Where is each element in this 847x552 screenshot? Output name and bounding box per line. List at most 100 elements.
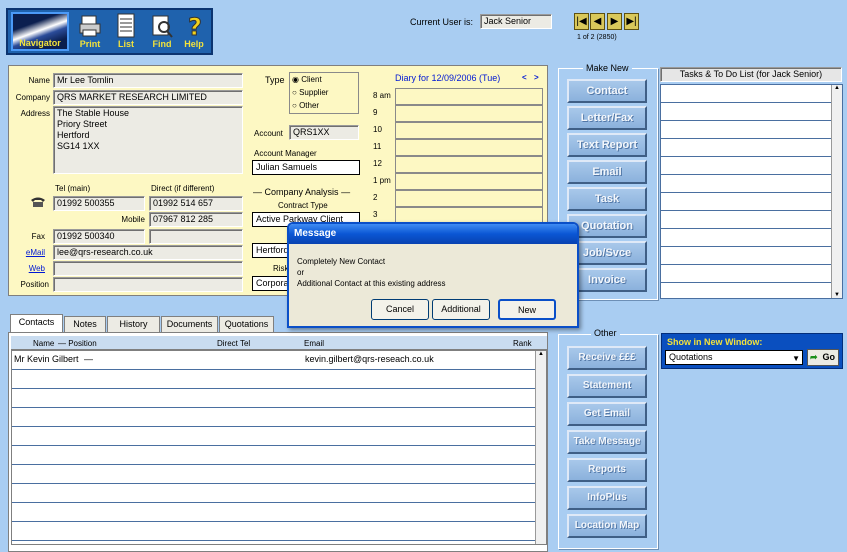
diary-slot[interactable]: [395, 156, 543, 173]
company-field[interactable]: QRS MARKET RESEARCH LIMITED: [53, 90, 243, 105]
make-new-email-button[interactable]: Email: [567, 160, 647, 184]
make-new-task-button[interactable]: Task: [567, 187, 647, 211]
go-button[interactable]: ➦ Go: [807, 349, 839, 366]
web-link[interactable]: Web: [8, 264, 45, 274]
print-label: Print: [79, 39, 101, 49]
make-new-text-report-button[interactable]: Text Report: [567, 133, 647, 157]
table-row[interactable]: [12, 408, 536, 427]
task-row[interactable]: [661, 265, 832, 283]
radio-icon: ○: [292, 88, 297, 97]
task-row[interactable]: [661, 103, 832, 121]
make-new-contact-button[interactable]: Contact: [567, 79, 647, 103]
dialog-new-button[interactable]: New: [498, 299, 556, 320]
diary-next-button[interactable]: >: [534, 73, 539, 83]
list-button[interactable]: List: [108, 12, 144, 53]
fax-extra-field[interactable]: [149, 229, 243, 244]
diary-slot[interactable]: [395, 173, 543, 190]
table-row[interactable]: [12, 503, 536, 522]
table-row[interactable]: [12, 427, 536, 446]
name-field[interactable]: Mr Lee Tomlin: [53, 73, 243, 88]
corporate-field[interactable]: Corporate: [252, 276, 292, 291]
navigator-button[interactable]: Navigator: [11, 12, 69, 51]
diary-time-label: 9: [373, 108, 378, 117]
other-reports-button[interactable]: Reports: [567, 458, 647, 482]
region-field[interactable]: Hertford: [252, 243, 292, 258]
company-label: Company: [15, 93, 50, 102]
dialog-cancel-button[interactable]: Cancel: [371, 299, 429, 320]
scroll-up-icon[interactable]: ▲: [536, 351, 546, 357]
tasks-list[interactable]: ▲ ▼: [660, 84, 843, 299]
prev-record-button[interactable]: ◀: [590, 13, 605, 30]
scroll-up-icon[interactable]: ▲: [832, 85, 842, 91]
contact-row-name[interactable]: Mr Kevin Gilbert: [14, 354, 79, 364]
tab-contacts[interactable]: Contacts: [10, 314, 63, 334]
account-field[interactable]: QRS1XX: [289, 125, 359, 140]
account-manager-field[interactable]: Julian Samuels: [252, 160, 360, 175]
diary-slot[interactable]: [395, 105, 543, 122]
table-row[interactable]: [12, 522, 536, 541]
task-row[interactable]: [661, 157, 832, 175]
position-field[interactable]: [53, 277, 243, 292]
next-record-button[interactable]: ▶: [607, 13, 622, 30]
other-take-message-button[interactable]: Take Message: [567, 430, 647, 454]
other-receive--button[interactable]: Receive £££: [567, 346, 647, 370]
task-row[interactable]: [661, 193, 832, 211]
task-row[interactable]: [661, 247, 832, 265]
email-field[interactable]: lee@qrs-research.co.uk: [53, 245, 243, 260]
find-button[interactable]: Find: [144, 12, 180, 53]
contact-row-position[interactable]: —: [84, 354, 93, 364]
other-get-email-button[interactable]: Get Email: [567, 402, 647, 426]
type-client-radio[interactable]: ◉ Client: [292, 75, 322, 85]
task-row[interactable]: [661, 139, 832, 157]
tab-quotations[interactable]: Quotations: [219, 316, 274, 333]
dialog-additional-button[interactable]: Additional: [432, 299, 490, 320]
make-new-quotation-button[interactable]: Quotation: [567, 214, 647, 238]
task-row[interactable]: [661, 85, 832, 103]
tab-history[interactable]: History: [107, 316, 160, 333]
first-record-button[interactable]: |◀: [574, 13, 589, 30]
type-other-radio[interactable]: ○ Other: [292, 101, 319, 111]
company-analysis-label: — Company Analysis —: [253, 187, 351, 197]
table-row[interactable]: [12, 484, 536, 503]
show-window-select[interactable]: Quotations ▼: [665, 350, 803, 365]
diary-slot[interactable]: [395, 88, 543, 105]
mobile-field[interactable]: 07967 812 285: [149, 212, 243, 227]
direct-tel-field[interactable]: 01992 514 657: [149, 196, 243, 211]
task-row[interactable]: [661, 175, 832, 193]
table-row[interactable]: [12, 465, 536, 484]
contacts-table[interactable]: ▲: [11, 350, 547, 545]
table-row[interactable]: [12, 370, 536, 389]
diary-prev-button[interactable]: <: [522, 73, 527, 83]
tab-notes[interactable]: Notes: [64, 316, 106, 333]
type-supplier-radio[interactable]: ○ Supplier: [292, 88, 328, 98]
contacts-scrollbar[interactable]: ▲: [535, 351, 546, 544]
tasks-scrollbar[interactable]: ▲ ▼: [831, 85, 842, 298]
address-field[interactable]: The Stable House Priory Street Hertford …: [53, 106, 243, 174]
diary-slot[interactable]: [395, 190, 543, 207]
fax-field[interactable]: 01992 500340: [53, 229, 145, 244]
scroll-down-icon[interactable]: ▼: [832, 292, 842, 298]
make-new-invoice-button[interactable]: Invoice: [567, 268, 647, 292]
chevron-down-icon[interactable]: ▼: [792, 353, 800, 364]
contact-row-email[interactable]: kevin.gilbert@qrs-reseach.co.uk: [305, 354, 434, 364]
email-link[interactable]: eMail: [8, 248, 45, 258]
task-row[interactable]: [661, 211, 832, 229]
make-new-job-svce-button[interactable]: Job/Svce: [567, 241, 647, 265]
other-statement-button[interactable]: Statement: [567, 374, 647, 398]
diary-slot[interactable]: [395, 139, 543, 156]
print-button[interactable]: Print: [72, 12, 108, 53]
make-new-letter-fax-button[interactable]: Letter/Fax: [567, 106, 647, 130]
diary-slot[interactable]: [395, 122, 543, 139]
web-field[interactable]: [53, 261, 243, 276]
other-infoplus-button[interactable]: InfoPlus: [567, 486, 647, 510]
table-row[interactable]: [12, 389, 536, 408]
help-button[interactable]: ? Help: [178, 12, 210, 53]
task-row[interactable]: [661, 121, 832, 139]
diary-title[interactable]: Diary for 12/09/2006 (Tue): [395, 73, 500, 83]
last-record-button[interactable]: ▶|: [624, 13, 639, 30]
tel-main-field[interactable]: 01992 500355: [53, 196, 145, 211]
other-location-map-button[interactable]: Location Map: [567, 514, 647, 538]
task-row[interactable]: [661, 229, 832, 247]
tab-documents[interactable]: Documents: [161, 316, 218, 333]
table-row[interactable]: [12, 446, 536, 465]
